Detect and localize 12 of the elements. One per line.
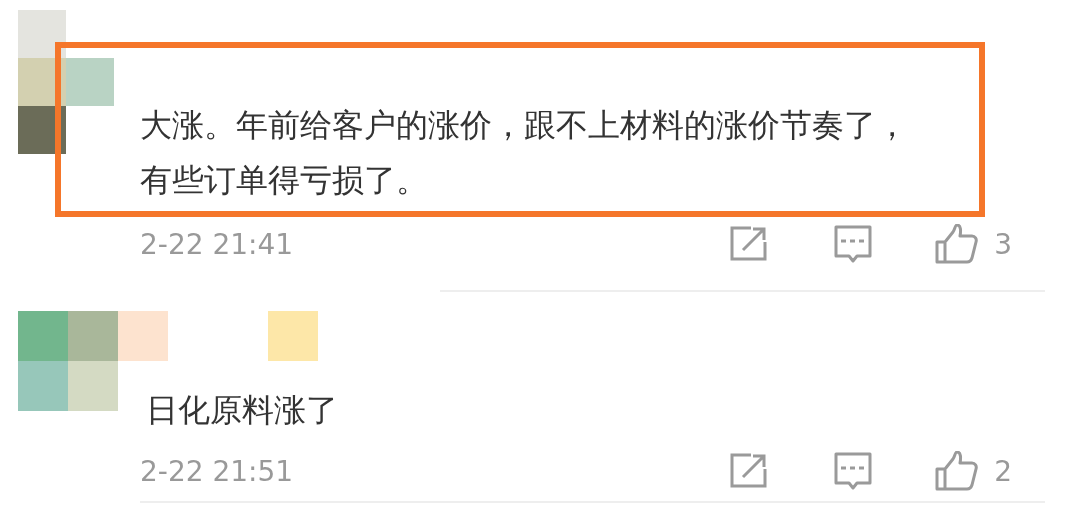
thumbs-up-icon[interactable] [934, 224, 979, 264]
comment-time: 2-22 21:51 [140, 454, 294, 488]
comment-text: 日化原料涨了 [146, 390, 339, 431]
comment-icon[interactable] [834, 452, 873, 490]
share-icon[interactable] [729, 226, 768, 262]
like-count: 2 [994, 454, 1012, 488]
comment-text: 大涨。年前给客户的涨价，跟不上材料的涨价节奏了，有些订单得亏损了。 [140, 105, 909, 201]
comment-time: 2-22 21:41 [140, 227, 294, 261]
thumbs-up-icon[interactable] [934, 451, 979, 491]
like-count: 3 [994, 227, 1012, 261]
share-icon[interactable] [729, 453, 768, 489]
comment-icon[interactable] [834, 225, 873, 263]
